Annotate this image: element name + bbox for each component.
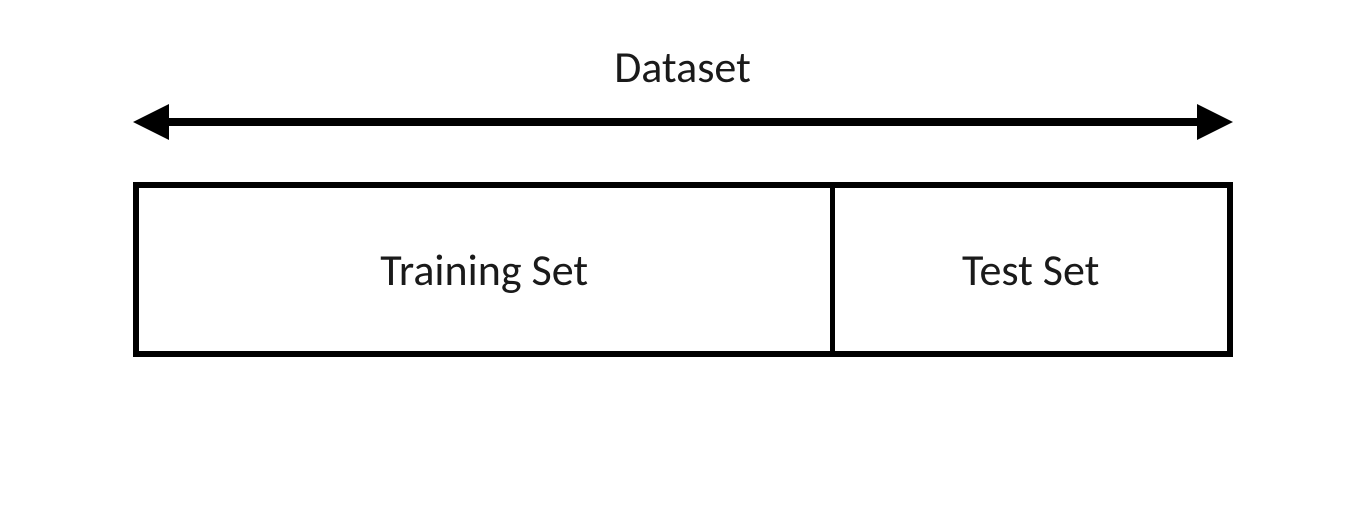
dataset-split-container: Training Set Test Set [133, 182, 1233, 357]
test-set-label: Test Set [962, 243, 1099, 297]
training-set-label: Training Set [380, 243, 588, 297]
dataset-label-row: Dataset [133, 40, 1233, 94]
dataset-extent-arrow [133, 102, 1233, 142]
double-arrow-icon [133, 102, 1233, 142]
training-set-box: Training Set [139, 188, 835, 351]
dataset-label: Dataset [614, 40, 751, 94]
test-set-box: Test Set [835, 188, 1227, 351]
